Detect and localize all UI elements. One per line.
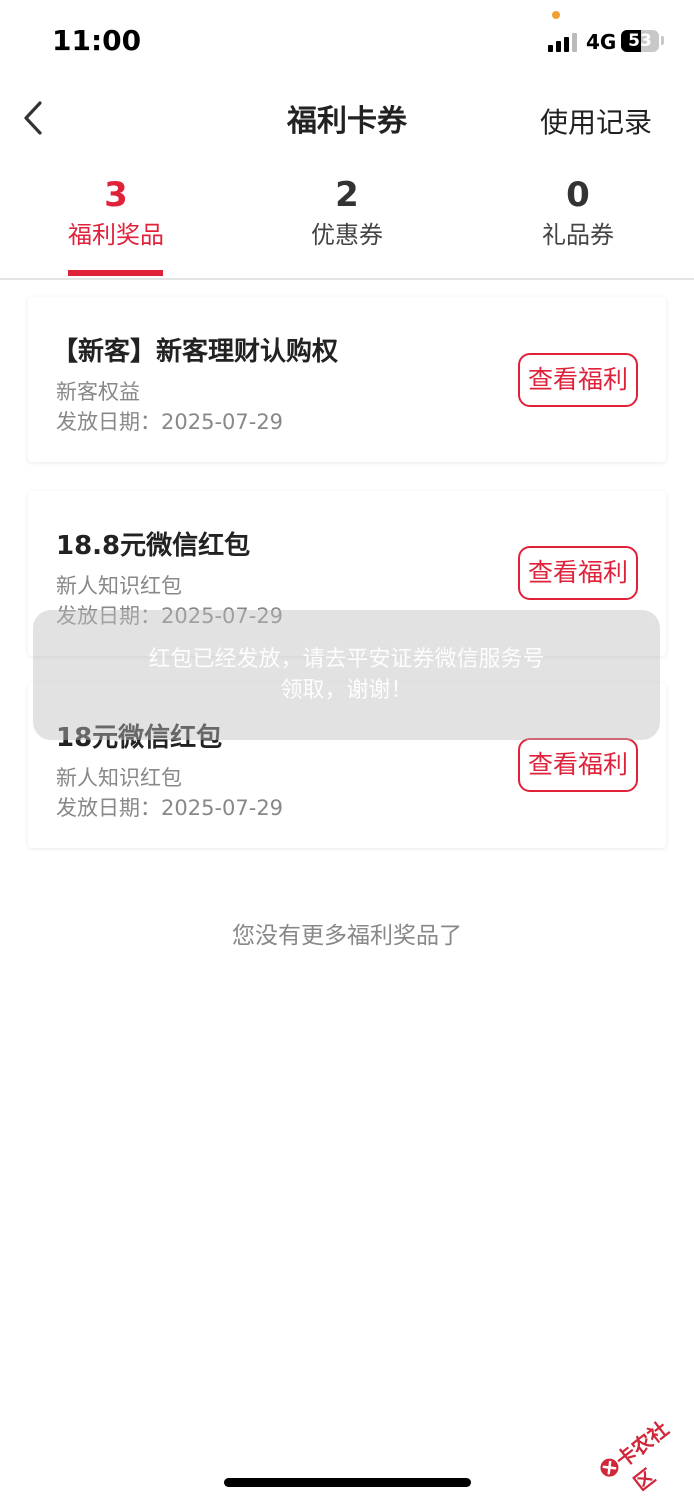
tab-count: 2	[335, 175, 359, 215]
battery-tip	[661, 36, 664, 45]
active-tab-indicator	[68, 270, 163, 276]
tab-label: 优惠券	[311, 221, 383, 249]
card-subtitle: 新人知识红包	[56, 574, 182, 598]
watermark: 卡农社区	[579, 1387, 694, 1504]
tab-gift-vouchers[interactable]: 0 礼品券	[498, 170, 658, 250]
privacy-indicator-dot	[552, 11, 560, 19]
card-title: 【新客】新客理财认购权	[52, 337, 339, 367]
tab-count: 0	[566, 175, 590, 215]
card-issue-date: 发放日期：2025-07-29	[56, 796, 284, 820]
cellular-signal-icon	[548, 32, 578, 52]
view-welfare-button[interactable]: 查看福利	[518, 353, 638, 407]
tab-label: 福利奖品	[68, 221, 164, 249]
status-time: 11:00	[52, 24, 142, 57]
welfare-card: 【新客】新客理财认购权 新客权益 发放日期：2025-07-29 查看福利	[28, 297, 666, 462]
network-type: 4G	[586, 30, 617, 54]
battery-icon: 53	[621, 30, 659, 52]
view-welfare-button[interactable]: 查看福利	[518, 738, 638, 792]
tab-label: 礼品券	[542, 221, 614, 249]
home-indicator[interactable]	[224, 1478, 471, 1487]
card-title: 18.8元微信红包	[56, 531, 251, 561]
tab-count: 3	[104, 175, 128, 215]
usage-record-link[interactable]: 使用记录	[540, 101, 652, 141]
no-more-items-text: 您没有更多福利奖品了	[232, 923, 462, 949]
view-welfare-button[interactable]: 查看福利	[518, 546, 638, 600]
battery-level: 53	[628, 31, 652, 51]
tab-coupons[interactable]: 2 优惠券	[267, 170, 427, 250]
status-bar: 11:00 4G 53	[0, 0, 694, 80]
toast-text: 红包已经发放，请去平安证券微信服务号 领取，谢谢！	[87, 644, 607, 706]
watermark-text: 卡农社区	[611, 1416, 674, 1496]
tab-bar: 3 福利奖品 2 优惠券 0 礼品券	[0, 170, 694, 280]
card-issue-date: 发放日期：2025-07-29	[56, 410, 284, 434]
toast-message: 红包已经发放，请去平安证券微信服务号 领取，谢谢！	[33, 610, 660, 740]
toast-line: 红包已经发放，请去平安证券微信服务号	[148, 647, 545, 672]
card-subtitle: 新人知识红包	[56, 766, 182, 790]
card-subtitle: 新客权益	[56, 380, 140, 404]
toast-line: 领取，谢谢！	[280, 678, 413, 703]
tab-welfare-prizes[interactable]: 3 福利奖品	[36, 170, 196, 250]
